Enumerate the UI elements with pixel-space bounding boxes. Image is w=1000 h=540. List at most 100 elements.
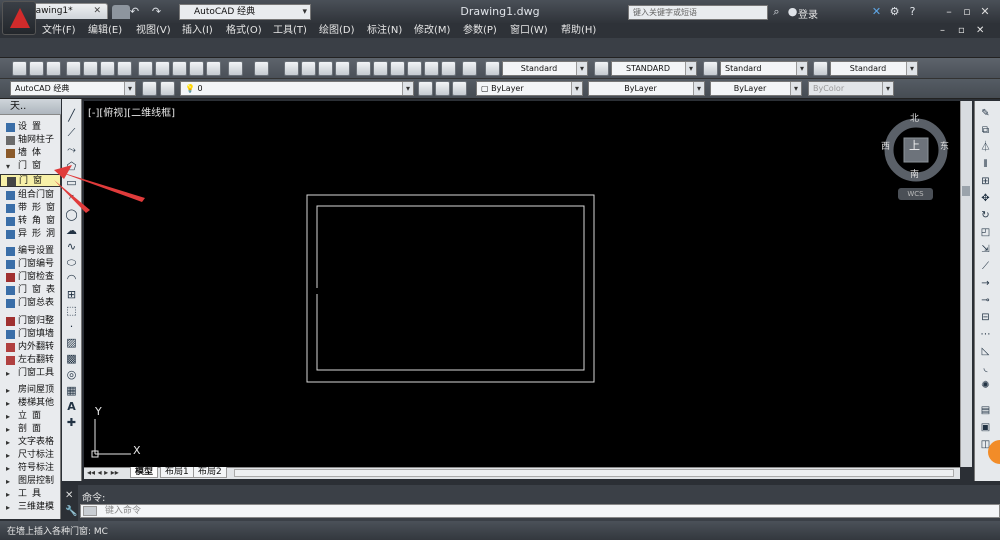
preview-icon[interactable] — [83, 61, 98, 76]
binoculars-icon[interactable]: ⌕ — [770, 5, 783, 18]
viewcube-east[interactable]: 东 — [940, 139, 949, 152]
palette-item[interactable]: 门窗检查 — [0, 271, 61, 284]
design-center-icon[interactable] — [373, 61, 388, 76]
command-recent-icon[interactable] — [83, 506, 97, 516]
menu-format[interactable]: 格式(O) — [226, 24, 262, 38]
mtext-icon[interactable]: A — [64, 399, 79, 414]
search-input[interactable]: 键入关键字或短语 — [628, 5, 768, 20]
fillet-icon[interactable]: ◟ — [978, 361, 993, 376]
tab-model[interactable]: 模型 — [130, 467, 159, 478]
tool-palettes-icon[interactable] — [390, 61, 405, 76]
tab-layout2[interactable]: 布局2 — [193, 467, 227, 478]
layer-previous-icon[interactable] — [435, 81, 450, 96]
array-icon[interactable]: ⊞ — [978, 174, 993, 189]
palette-item[interactable]: 内外翻转 — [0, 341, 61, 354]
menu-window[interactable]: 窗口(W) — [510, 24, 548, 38]
linetype-select[interactable]: ByLayer ▾ — [588, 81, 705, 96]
vertical-scrollbar[interactable] — [960, 101, 972, 467]
palette-item[interactable]: ▸ 符号标注 — [0, 462, 61, 475]
save-file-icon[interactable] — [46, 61, 61, 76]
menu-view[interactable]: 视图(V) — [136, 24, 171, 38]
menu-draw[interactable]: 绘图(D) — [319, 24, 355, 38]
spline-icon[interactable]: ∿ — [64, 239, 79, 254]
new-tab-button[interactable] — [112, 5, 130, 19]
sheet-set-icon[interactable] — [407, 61, 422, 76]
palette-item[interactable]: ▸ 三维建模 — [0, 501, 61, 514]
dim-style-icon[interactable] — [594, 61, 609, 76]
command-input[interactable]: 键入命令 — [80, 504, 1000, 518]
menu-parametric[interactable]: 参数(P) — [463, 24, 497, 38]
publish-icon[interactable] — [100, 61, 115, 76]
doc-close-button[interactable]: ✕ — [976, 24, 984, 38]
toolbar-redo-icon[interactable] — [254, 61, 269, 76]
toolbar-undo-icon[interactable] — [228, 61, 243, 76]
palette-header[interactable]: 天.. — [0, 99, 61, 115]
zoom-realtime-icon[interactable] — [301, 61, 316, 76]
command-window-grip[interactable]: ✕ 🔧 — [62, 485, 78, 521]
copy-icon[interactable] — [155, 61, 170, 76]
qnew-icon[interactable] — [12, 61, 27, 76]
palette-item[interactable]: ▸ 文字表格 — [0, 436, 61, 449]
markup-icon[interactable] — [424, 61, 439, 76]
scrollbar-thumb[interactable] — [962, 186, 970, 196]
zoom-previous-icon[interactable] — [335, 61, 350, 76]
connect-icon[interactable]: ⚙ — [888, 5, 901, 18]
palette-item[interactable]: ▸ 楼梯其他 — [0, 397, 61, 410]
quickcalc-icon[interactable] — [441, 61, 456, 76]
zoom-window-icon[interactable] — [318, 61, 333, 76]
break-icon[interactable]: ⊟ — [978, 310, 993, 325]
rotate-icon[interactable]: ↻ — [978, 208, 993, 223]
toolbar-help-icon[interactable] — [462, 61, 477, 76]
palette-item[interactable]: 门窗总表 — [0, 297, 61, 310]
palette-item[interactable]: 门窗归整 — [0, 315, 61, 328]
polyline-icon[interactable]: ⤳ — [64, 142, 79, 157]
region-icon[interactable]: ◎ — [64, 367, 79, 382]
palette-item[interactable]: ▸ 立面 — [0, 410, 61, 423]
properties-icon[interactable] — [356, 61, 371, 76]
login-link[interactable]: 登录 — [798, 6, 818, 21]
tab-first-arrow[interactable]: ◂◂ ◂ ▸ ▸▸ — [87, 468, 119, 477]
copy-object-icon[interactable]: ⧉ — [978, 123, 993, 138]
palette-item[interactable]: ▸ 尺寸标注 — [0, 449, 61, 462]
revcloud-icon[interactable]: ☁ — [64, 223, 79, 238]
palette-item[interactable]: ▸ 房间屋顶 — [0, 384, 61, 397]
application-menu-button[interactable] — [2, 1, 36, 35]
mleader-style-icon[interactable] — [813, 61, 828, 76]
hatch-icon[interactable]: ▨ — [64, 335, 79, 350]
make-current-icon[interactable] — [418, 81, 433, 96]
block-editor-icon[interactable] — [206, 61, 221, 76]
paste-icon[interactable] — [172, 61, 187, 76]
explode-icon[interactable]: ✺ — [978, 378, 993, 393]
layer-properties-icon[interactable] — [160, 81, 175, 96]
table-icon[interactable]: ▦ — [64, 383, 79, 398]
group-icon[interactable]: ▣ — [978, 420, 993, 435]
layer-state-icon[interactable] — [452, 81, 467, 96]
palette-item[interactable]: ▸ 剖面 — [0, 423, 61, 436]
make-block-icon[interactable]: ⬚ — [64, 303, 79, 318]
draw-order-icon[interactable]: ▤ — [978, 403, 993, 418]
doc-minimize-button[interactable]: – — [940, 24, 945, 38]
extend-icon[interactable]: → — [978, 276, 993, 291]
3d-dwf-icon[interactable] — [117, 61, 132, 76]
viewcube-north[interactable]: 北 — [910, 111, 919, 124]
text-style-select[interactable]: Standard ▾ — [502, 61, 588, 76]
workspace-toolbar-select[interactable]: AutoCAD 经典 ▾ — [10, 81, 136, 96]
ellipse-icon[interactable]: ⬭ — [64, 255, 79, 270]
horizontal-scrollbar[interactable] — [234, 469, 954, 477]
exchange-icon[interactable]: ✕ — [870, 5, 883, 18]
scale-icon[interactable]: ◰ — [978, 225, 993, 240]
viewcube-west[interactable]: 西 — [881, 139, 890, 152]
line-icon[interactable]: ╱ — [64, 108, 79, 123]
palette-item[interactable]: 门窗表 — [0, 284, 61, 297]
workspace-settings-icon[interactable] — [142, 81, 157, 96]
tab-layout1[interactable]: 布局1 — [160, 467, 194, 478]
add-selected-icon[interactable]: ✚ — [64, 415, 79, 430]
palette-item[interactable]: ▸ 门窗工具 — [0, 367, 61, 380]
palette-item[interactable]: 异形洞 — [0, 228, 61, 241]
table-style-select[interactable]: Standard ▾ — [720, 61, 808, 76]
help-icon[interactable]: ? — [906, 5, 919, 18]
menu-file[interactable]: 文件(F) — [42, 24, 76, 38]
open-file-icon[interactable] — [29, 61, 44, 76]
dim-style-select[interactable]: STANDARD ▾ — [611, 61, 697, 76]
plot-icon[interactable] — [66, 61, 81, 76]
